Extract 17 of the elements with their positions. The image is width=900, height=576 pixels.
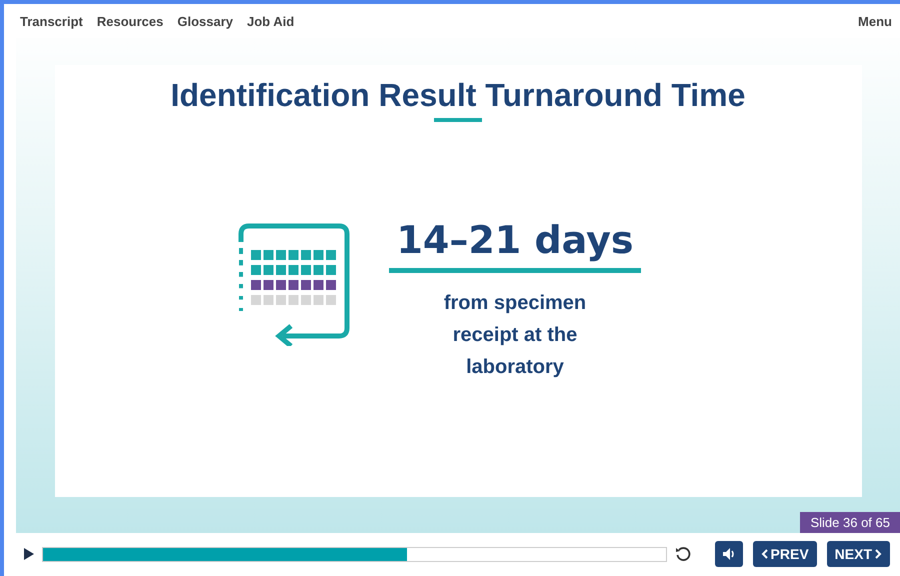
prev-button[interactable]: PREV: [752, 541, 817, 567]
next-button[interactable]: NEXT: [826, 541, 890, 567]
chevron-left-icon: [760, 549, 768, 559]
headline: 14–21 days: [396, 220, 634, 262]
slide-counter: Slide 36 of 65: [800, 512, 900, 533]
replay-icon[interactable]: [674, 546, 691, 562]
nav-link[interactable]: Resources: [96, 14, 164, 28]
caption: from specimen receipt at the laboratory: [442, 290, 588, 380]
progress-bar[interactable]: [42, 546, 667, 562]
chevron-right-icon: [875, 549, 882, 559]
nav-link[interactable]: Glossary: [177, 14, 233, 28]
menu-link[interactable]: Menu: [858, 14, 892, 28]
slide-title: Identification Result Turnaround Time: [170, 77, 746, 114]
volume-icon[interactable]: [714, 541, 743, 567]
nav-link[interactable]: Job Aid: [247, 14, 294, 28]
nav-link[interactable]: Transcript: [20, 14, 83, 28]
play-icon[interactable]: [24, 548, 34, 560]
